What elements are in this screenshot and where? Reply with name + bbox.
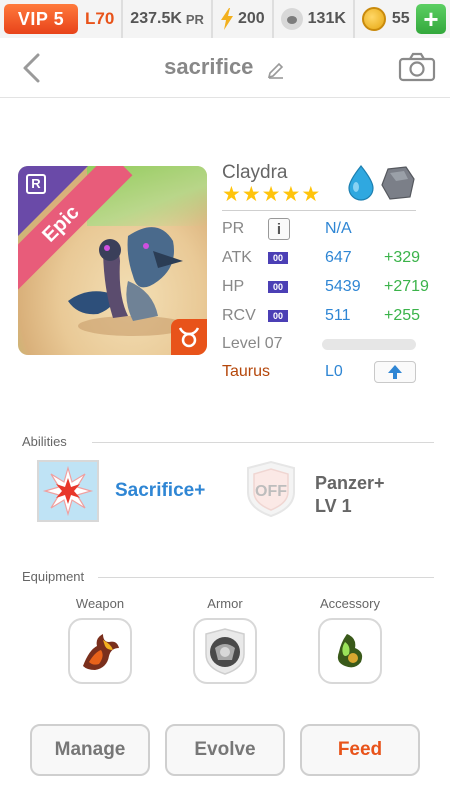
coin-counter: 55 (355, 0, 417, 38)
zodiac-label: Taurus (222, 363, 271, 380)
rcv-tag: 00 (268, 310, 288, 322)
weapon-slot[interactable] (68, 618, 132, 684)
star-icon: ★ (261, 183, 281, 206)
sacrifice-burst-icon[interactable] (37, 460, 99, 522)
lightning-bolt-icon (220, 8, 233, 30)
zodiac-upgrade-button[interactable] (374, 361, 416, 383)
monster-portrait[interactable]: Epic R (18, 166, 207, 355)
page-title: sacrifice (164, 54, 254, 79)
rank-badge: R (26, 174, 46, 194)
evolve-button[interactable]: Evolve (165, 724, 285, 776)
equipment-divider (98, 577, 434, 578)
armor-label: Armor (207, 596, 243, 611)
hp-tag: 00 (268, 281, 288, 293)
atk-label: ATK (222, 249, 252, 266)
ability-sacrifice-label[interactable]: Sacrifice+ (115, 480, 205, 502)
zodiac-level: L0 (325, 363, 343, 380)
panzer-level: LV 1 (315, 496, 352, 516)
accessory-label: Accessory (320, 596, 380, 611)
level-label: Level 07 (222, 335, 283, 352)
atk-bonus: +329 (384, 249, 421, 266)
hp-label: HP (222, 278, 245, 295)
hp-bonus: +2719 (384, 278, 429, 295)
accessory-icon (337, 634, 363, 668)
pr-label: PR (222, 220, 245, 237)
star-rating: ★ ★ ★ ★ ★ (222, 184, 320, 206)
stat-row-level: Level 07 (222, 332, 322, 356)
stat-row-rcv: RCV 00 511 +255 (222, 304, 420, 328)
level-progress-bar (322, 339, 416, 350)
add-currency-button[interactable]: + (416, 4, 446, 34)
player-level: L70 (78, 0, 124, 38)
hp-value: 5439 (325, 278, 361, 295)
manage-button[interactable]: Manage (30, 724, 150, 776)
abilities-divider (92, 442, 434, 443)
energy-counter: 200 (213, 0, 274, 38)
accessory-slot[interactable] (318, 618, 382, 684)
stat-row-zodiac: Taurus L0 (222, 360, 343, 384)
panzer-off-icon[interactable]: OFF (240, 458, 302, 520)
coin-icon (361, 7, 386, 31)
energy-value: 200 (237, 10, 265, 27)
info-icon[interactable]: i (268, 218, 290, 240)
abilities-title: Abilities (22, 434, 67, 449)
page-header: sacrifice (0, 38, 450, 98)
atk-tag: 00 (268, 252, 288, 264)
weapon-label: Weapon (75, 596, 125, 611)
panzer-name: Panzer+ (315, 473, 385, 493)
coin-value: 55 (391, 10, 410, 27)
food-value: 131K (307, 10, 346, 27)
atk-value: 647 (325, 249, 352, 266)
star-icon: ★ (301, 183, 321, 206)
weapon-icon (83, 634, 119, 670)
rcv-value: 511 (325, 307, 351, 324)
armor-slot[interactable] (193, 618, 257, 684)
camera-icon[interactable] (398, 52, 436, 82)
stat-row-hp: HP 00 5439 +2719 (222, 275, 429, 299)
power-rating: 237.5K PR (123, 0, 213, 38)
pencil-edit-icon[interactable] (266, 60, 286, 80)
paw-icon (280, 8, 303, 30)
star-icon: ★ (281, 183, 301, 206)
star-icon: ★ (222, 183, 241, 206)
panzer-off-text: OFF (255, 483, 287, 500)
earth-element-icon (381, 166, 415, 200)
stat-row-atk: ATK 00 647 +329 (222, 246, 420, 270)
stat-row-pr: PR i N/A (222, 217, 352, 241)
title-area: sacrifice (0, 54, 450, 80)
food-counter: 131K (274, 0, 355, 38)
monster-name: Claydra (222, 162, 288, 183)
stat-divider (222, 210, 416, 211)
feed-button[interactable]: Feed (300, 724, 420, 776)
rcv-label: RCV (222, 307, 256, 324)
arrow-up-icon (388, 365, 402, 379)
taurus-zodiac-icon (171, 319, 207, 355)
equipment-title: Equipment (22, 569, 85, 584)
ability-panzer-label[interactable]: Panzer+ LV 1 (315, 472, 385, 518)
power-unit: PR (185, 11, 204, 27)
vip-badge[interactable]: VIP 5 (4, 4, 78, 34)
rcv-bonus: +255 (384, 307, 421, 324)
armor-icon (205, 628, 245, 675)
water-element-icon (348, 165, 374, 201)
power-value: 237.5K (130, 10, 182, 27)
star-icon: ★ (241, 183, 261, 206)
pr-value: N/A (325, 220, 352, 237)
resource-bar: VIP 5 L70 237.5K PR 200 131K 55 + (0, 0, 450, 38)
